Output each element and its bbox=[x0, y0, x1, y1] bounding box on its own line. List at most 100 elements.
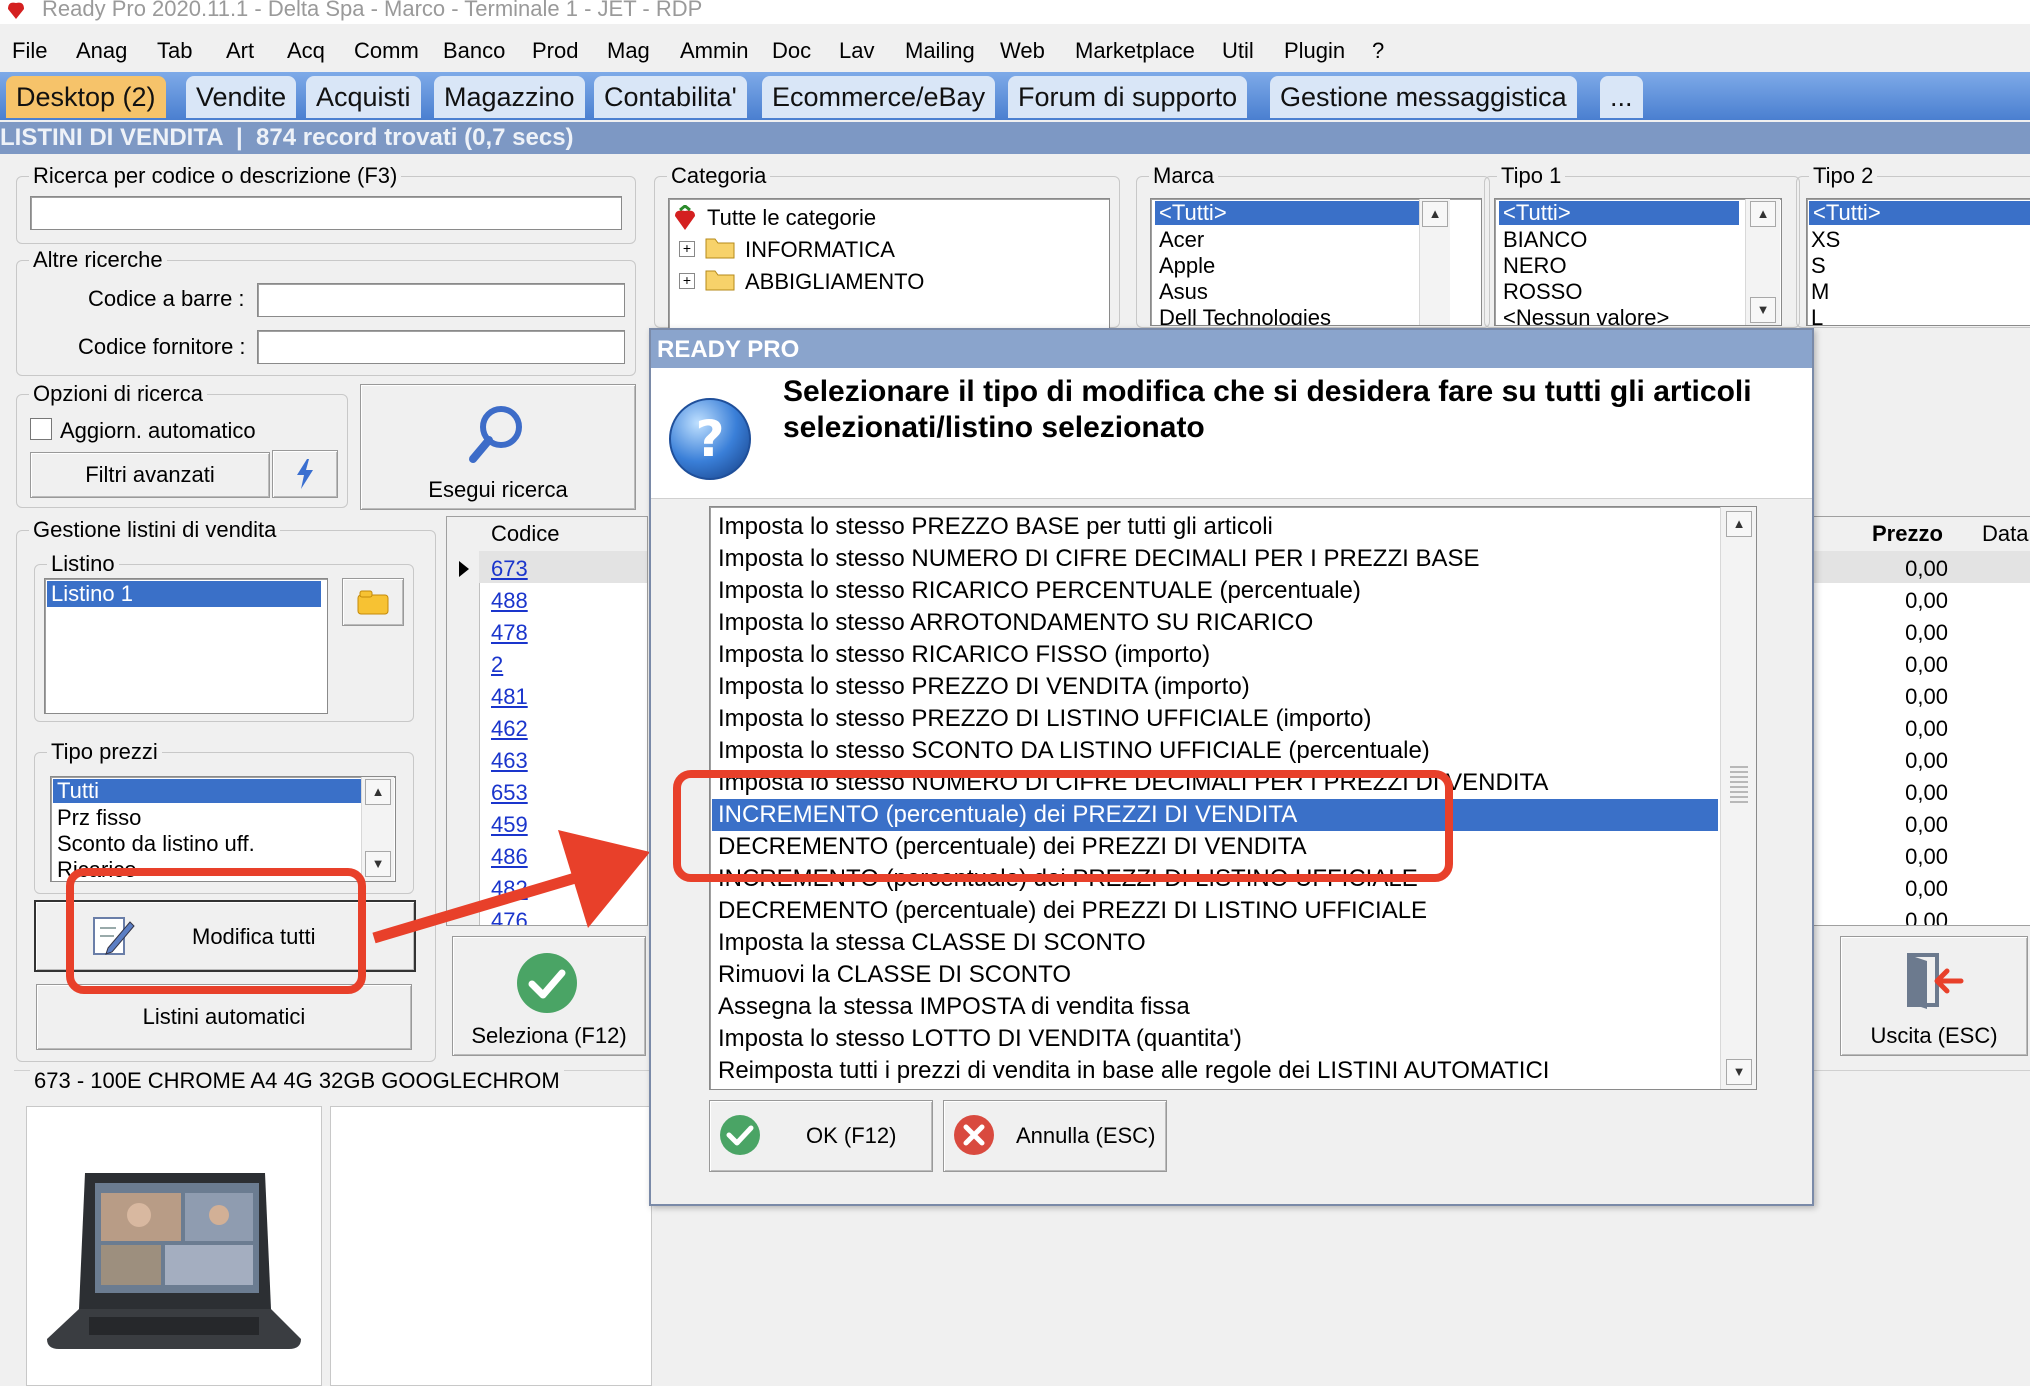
menu-banco[interactable]: Banco bbox=[443, 38, 505, 64]
scroll-up-icon[interactable]: ▲ bbox=[365, 779, 391, 805]
type1-item[interactable]: <Nessun valore> bbox=[1503, 305, 1669, 325]
scroll-up-icon[interactable]: ▲ bbox=[1726, 511, 1752, 537]
code-cell[interactable]: 462 bbox=[491, 713, 528, 745]
advanced-filters-button[interactable]: Filtri avanzati bbox=[30, 452, 270, 498]
list-item[interactable]: Listino 1 bbox=[47, 581, 321, 607]
option-item[interactable]: Imposta lo stesso ARROTONDAMENTO SU RICA… bbox=[712, 607, 1718, 639]
scroll-up-icon[interactable]: ▲ bbox=[1422, 201, 1448, 227]
tab-messaggistica[interactable]: Gestione messaggistica bbox=[1270, 76, 1577, 118]
brand-item[interactable]: Apple bbox=[1159, 253, 1215, 279]
menu-web[interactable]: Web bbox=[1000, 38, 1045, 64]
exit-button[interactable]: Uscita (ESC) bbox=[1840, 936, 2028, 1056]
scroll-down-icon[interactable]: ▼ bbox=[1726, 1059, 1752, 1085]
option-item[interactable]: Imposta lo stesso SCONTO DA LISTINO UFFI… bbox=[712, 735, 1718, 767]
code-cell[interactable]: 488 bbox=[491, 585, 528, 617]
option-item[interactable]: Imposta lo stesso NUMERO DI CIFRE DECIMA… bbox=[712, 543, 1718, 575]
category-item-informatica[interactable]: INFORMATICA bbox=[745, 237, 895, 263]
type2-item[interactable]: M bbox=[1811, 279, 1829, 305]
category-item-abbigliamento[interactable]: ABBIGLIAMENTO bbox=[745, 269, 924, 295]
tab-contabilita[interactable]: Contabilita' bbox=[594, 76, 747, 118]
tab-more[interactable]: ... bbox=[1600, 76, 1643, 118]
option-item[interactable]: Reimposta tutti i prezzi di vendita in b… bbox=[712, 1055, 1718, 1087]
menu-anag[interactable]: Anag bbox=[76, 38, 127, 64]
date-column-header[interactable]: Data bbox=[1982, 521, 2028, 547]
menu-ammin[interactable]: Ammin bbox=[680, 38, 748, 64]
scroll-thumb-grip[interactable] bbox=[1730, 763, 1748, 803]
type2-item[interactable]: <Tutti> bbox=[1809, 201, 2030, 225]
scroll-down-icon[interactable]: ▼ bbox=[1750, 297, 1776, 323]
menu-doc[interactable]: Doc bbox=[772, 38, 811, 64]
type1-item[interactable]: ROSSO bbox=[1503, 279, 1582, 305]
quick-filter-button[interactable] bbox=[272, 450, 338, 498]
option-item[interactable]: Imposta lo stesso PREZZO DI LISTINO UFFI… bbox=[712, 703, 1718, 735]
ok-button[interactable]: OK (F12) bbox=[709, 1100, 933, 1172]
menu-comm[interactable]: Comm bbox=[354, 38, 419, 64]
code-cell[interactable]: 653 bbox=[491, 777, 528, 809]
option-item[interactable]: Imposta lo stesso PREZZO DI VENDITA (imp… bbox=[712, 671, 1718, 703]
tab-vendite[interactable]: Vendite bbox=[186, 76, 297, 118]
menu-file[interactable]: File bbox=[12, 38, 47, 64]
open-list-button[interactable] bbox=[342, 578, 404, 626]
menu-tab[interactable]: Tab bbox=[157, 38, 192, 64]
option-item[interactable]: Imposta lo stesso PREZZO BASE per tutti … bbox=[712, 511, 1718, 543]
expand-icon[interactable]: + bbox=[679, 241, 695, 257]
brand-scrollbar[interactable]: ▲ bbox=[1419, 199, 1450, 325]
code-cell[interactable]: 481 bbox=[491, 681, 528, 713]
code-cell[interactable]: 673 bbox=[491, 553, 528, 585]
type1-scrollbar[interactable]: ▲ ▼ bbox=[1745, 199, 1780, 325]
tab-desktop[interactable]: Desktop (2) bbox=[6, 76, 166, 118]
menu-acq[interactable]: Acq bbox=[287, 38, 325, 64]
cancel-button[interactable]: Annulla (ESC) bbox=[943, 1100, 1167, 1172]
brand-item[interactable]: Asus bbox=[1159, 279, 1208, 305]
tab-ecommerce[interactable]: Ecommerce/eBay bbox=[762, 76, 996, 118]
type2-item[interactable]: S bbox=[1811, 253, 1826, 279]
menu-help[interactable]: ? bbox=[1372, 38, 1384, 64]
code-cell[interactable]: 2 bbox=[491, 649, 528, 681]
code-cell[interactable]: 478 bbox=[491, 617, 528, 649]
menu-util[interactable]: Util bbox=[1222, 38, 1254, 64]
code-column-header[interactable]: Codice bbox=[491, 521, 559, 547]
option-item[interactable]: Assegna la stessa IMPOSTA di vendita fis… bbox=[712, 991, 1718, 1023]
ok-label: OK (F12) bbox=[806, 1123, 897, 1148]
expand-icon[interactable]: + bbox=[679, 273, 695, 289]
option-item[interactable]: Rimuovi la CLASSE DI SCONTO bbox=[712, 959, 1718, 991]
title-bar: Ready Pro 2020.11.1 - Delta Spa - Marco … bbox=[0, 0, 2030, 24]
menu-plugin[interactable]: Plugin bbox=[1284, 38, 1345, 64]
type2-item[interactable]: L bbox=[1811, 305, 1823, 325]
search-input[interactable] bbox=[30, 196, 622, 230]
code-cell[interactable]: 463 bbox=[491, 745, 528, 777]
option-item[interactable]: Imposta lo stesso LOTTO DI VENDITA (quan… bbox=[712, 1023, 1718, 1055]
menu-marketplace[interactable]: Marketplace bbox=[1075, 38, 1195, 64]
price-cell: 0,00 bbox=[1905, 812, 1948, 837]
brand-item[interactable]: Acer bbox=[1159, 227, 1204, 253]
menu-prod[interactable]: Prod bbox=[532, 38, 578, 64]
menu-lav[interactable]: Lav bbox=[839, 38, 874, 64]
option-item[interactable]: Imposta lo stesso RICARICO PERCENTUALE (… bbox=[712, 575, 1718, 607]
brand-item[interactable]: <Tutti> bbox=[1155, 201, 1419, 225]
tab-magazzino[interactable]: Magazzino bbox=[434, 76, 585, 118]
option-item[interactable]: Imposta lo stesso RICARICO FISSO (import… bbox=[712, 639, 1718, 671]
tab-forum[interactable]: Forum di supporto bbox=[1008, 76, 1248, 118]
auto-update-checkbox[interactable] bbox=[30, 418, 52, 440]
menu-mailing[interactable]: Mailing bbox=[905, 38, 975, 64]
price-type-item[interactable]: Prz fisso bbox=[57, 805, 141, 831]
options-scrollbar[interactable]: ▲ ▼ bbox=[1720, 507, 1756, 1089]
option-item[interactable]: DECREMENTO (percentuale) dei PREZZI DI L… bbox=[712, 895, 1718, 927]
price-type-item[interactable]: Sconto da listino uff. bbox=[57, 831, 255, 857]
price-type-item[interactable]: Tutti bbox=[53, 779, 361, 803]
price-column-header[interactable]: Prezzo bbox=[1872, 521, 1943, 547]
type1-item[interactable]: BIANCO bbox=[1503, 227, 1587, 253]
menu-art[interactable]: Art bbox=[226, 38, 254, 64]
category-item-all[interactable]: Tutte le categorie bbox=[707, 205, 876, 231]
tab-acquisti[interactable]: Acquisti bbox=[306, 76, 421, 118]
barcode-input[interactable] bbox=[257, 283, 625, 317]
supplier-code-input[interactable] bbox=[257, 330, 625, 364]
option-item[interactable]: Imposta la stessa CLASSE DI SCONTO bbox=[712, 927, 1718, 959]
type2-item[interactable]: XS bbox=[1811, 227, 1840, 253]
scroll-up-icon[interactable]: ▲ bbox=[1750, 201, 1776, 227]
type1-item[interactable]: NERO bbox=[1503, 253, 1567, 279]
run-search-button[interactable]: Esegui ricerca bbox=[360, 384, 636, 510]
type1-item[interactable]: <Tutti> bbox=[1499, 201, 1739, 225]
brand-item[interactable]: Dell Technologies bbox=[1159, 305, 1331, 325]
menu-mag[interactable]: Mag bbox=[607, 38, 650, 64]
